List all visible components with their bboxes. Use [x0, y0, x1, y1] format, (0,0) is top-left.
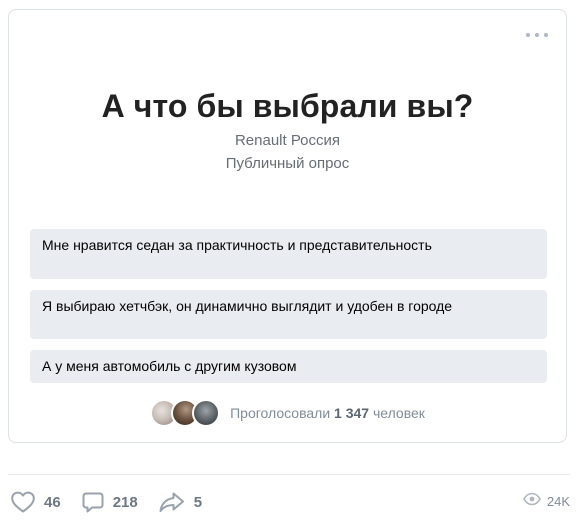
poll-card: А что бы выбрали вы? Renault Россия Публ…: [8, 9, 567, 443]
post-actions: 46 218 5: [10, 488, 222, 516]
voters-count: 1 347: [334, 405, 370, 421]
like-count: 46: [44, 493, 61, 511]
more-dots-icon[interactable]: [526, 32, 548, 38]
voters-prefix: Проголосовали: [230, 405, 331, 421]
poll-option-sedan[interactable]: Мне нравится седан за практичность и пре…: [30, 229, 547, 279]
avatar: [192, 399, 221, 427]
comment-button[interactable]: 218: [81, 490, 138, 514]
divider: [8, 474, 570, 475]
voters-text: Проголосовали 1 347 человек: [230, 405, 425, 421]
poll-option-hatchback[interactable]: Я выбираю хетчбэк, он динамично выглядит…: [30, 290, 547, 339]
poll-author[interactable]: Renault Россия: [9, 132, 566, 149]
share-count: 5: [193, 493, 203, 511]
menu-dot: [544, 33, 548, 37]
menu-dot: [526, 33, 530, 37]
voters-suffix: человек: [372, 405, 425, 421]
poll-type: Публичный опрос: [225, 155, 350, 172]
comment-count: 218: [112, 493, 138, 511]
like-button[interactable]: 46: [10, 490, 61, 514]
comment-icon: [81, 490, 105, 514]
views-counter: 24K: [522, 492, 570, 511]
share-arrow-icon: [158, 490, 186, 514]
share-button[interactable]: 5: [158, 490, 202, 514]
poll-option-other[interactable]: А у меня автомобиль с другим кузовом: [30, 350, 547, 383]
views-count: 24K: [546, 494, 570, 509]
voter-avatars: [150, 399, 221, 427]
eye-icon: [522, 492, 541, 511]
heart-icon: [10, 490, 36, 514]
poll-title: А что бы выбрали вы?: [101, 88, 474, 124]
menu-dot: [535, 33, 539, 37]
poll-options: Мне нравится седан за практичность и пре…: [30, 229, 547, 394]
poll-voters[interactable]: Проголосовали 1 347 человек: [9, 399, 566, 427]
